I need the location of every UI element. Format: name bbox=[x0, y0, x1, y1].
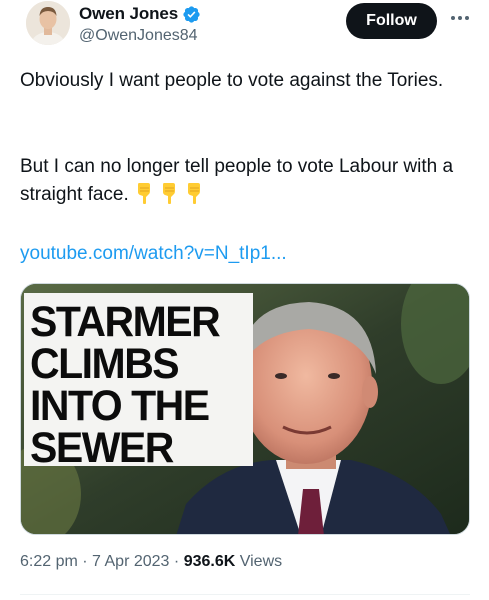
avatar-portrait bbox=[26, 1, 70, 45]
headline-line-2: CLIMBS bbox=[30, 338, 180, 388]
views-count: 936.6K bbox=[183, 553, 236, 570]
meta-separator: · bbox=[173, 553, 180, 570]
youtube-link[interactable]: youtube.com/watch?v=N_tIp1... bbox=[20, 240, 287, 268]
headline-line-3: INTO THE bbox=[30, 380, 210, 430]
divider bbox=[20, 594, 470, 595]
headline-line-4: SEWER bbox=[30, 422, 174, 472]
verified-badge-icon bbox=[182, 5, 201, 24]
meta-separator: · bbox=[82, 553, 88, 570]
name-row: Owen Jones bbox=[79, 4, 201, 24]
author-handle[interactable]: @OwenJones84 bbox=[79, 27, 198, 45]
avatar[interactable] bbox=[26, 1, 70, 45]
tweet-text-paragraph-1: Obviously I want people to vote against … bbox=[20, 70, 444, 91]
tweet-meta: 6:22 pm · 7 Apr 2023 · 936.6K Views bbox=[20, 553, 282, 571]
tweet-header: Owen Jones @OwenJones84 Follow bbox=[20, 0, 480, 56]
pointing-down-emoji-icon bbox=[183, 182, 204, 204]
tweet-date[interactable]: 7 Apr 2023 bbox=[92, 553, 169, 570]
video-thumbnail[interactable]: STARMER CLIMBS INTO THE SEWER bbox=[20, 283, 470, 535]
views-label: Views bbox=[239, 553, 283, 570]
tweet-text-paragraph-2: But I can no longer tell people to vote … bbox=[20, 153, 470, 209]
more-options-icon[interactable] bbox=[448, 8, 472, 28]
pointing-down-emoji-icon bbox=[158, 182, 179, 204]
headline-line-1: STARMER bbox=[30, 296, 221, 346]
display-name[interactable]: Owen Jones bbox=[79, 4, 178, 24]
thumbnail-headline: STARMER CLIMBS INTO THE SEWER bbox=[24, 293, 253, 472]
tweet-time[interactable]: 6:22 pm bbox=[20, 553, 78, 570]
follow-button[interactable]: Follow bbox=[346, 3, 437, 39]
tweet-text-paragraph-2-text: But I can no longer tell people to vote … bbox=[20, 156, 454, 205]
pointing-down-emoji-icon bbox=[133, 182, 154, 204]
